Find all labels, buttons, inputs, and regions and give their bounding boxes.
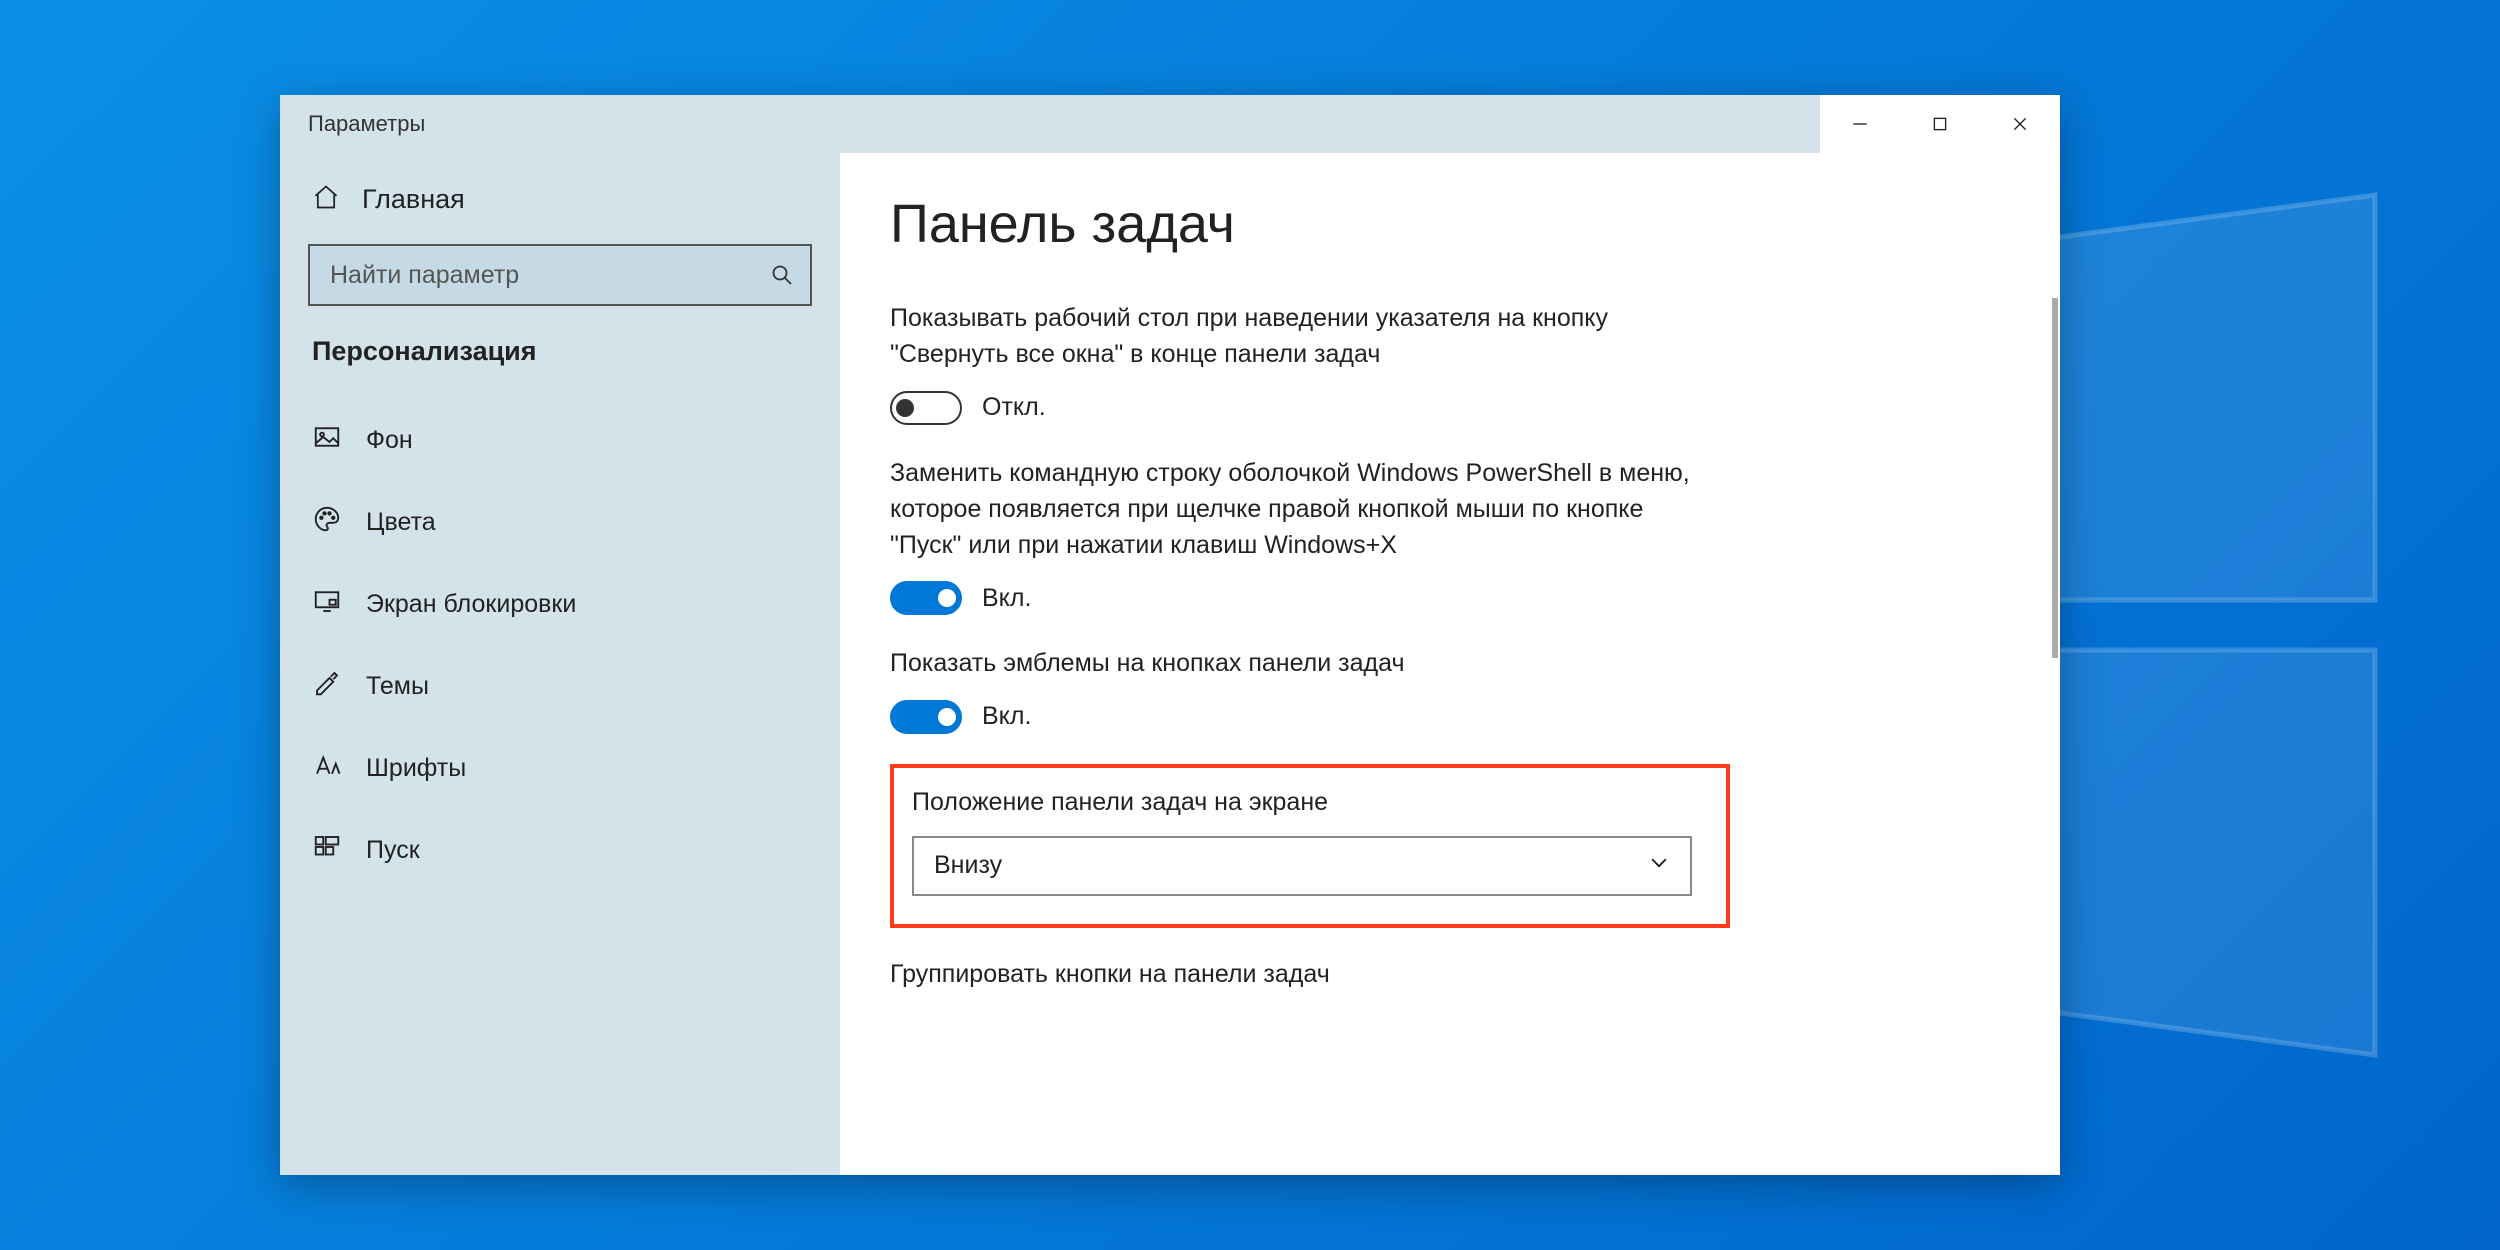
home-label: Главная: [362, 184, 465, 215]
lockscreen-icon: [312, 586, 342, 623]
close-button[interactable]: [1980, 95, 2060, 153]
sidebar-item-label: Шрифты: [366, 754, 466, 783]
titlebar: Параметры: [280, 95, 2060, 153]
content-area: Панель задач Показывать рабочий стол при…: [840, 153, 2060, 1175]
search-input[interactable]: [308, 244, 812, 306]
setting-desc: Показать эмблемы на кнопках панели задач: [890, 645, 1700, 681]
setting-grouping: Группировать кнопки на панели задач: [890, 956, 1700, 992]
sidebar-item-background[interactable]: Фон: [280, 399, 840, 481]
setting-desc: Заменить командную строку оболочкой Wind…: [890, 455, 1700, 564]
sidebar-item-label: Цвета: [366, 508, 436, 537]
sidebar-item-fonts[interactable]: Шрифты: [280, 727, 840, 809]
maximize-button[interactable]: [1900, 95, 1980, 153]
toggle-badges[interactable]: [890, 700, 962, 734]
chevron-down-icon: [1648, 851, 1670, 880]
window-title: Параметры: [280, 111, 425, 137]
toggle-state-label: Вкл.: [982, 584, 1031, 613]
sidebar-item-label: Пуск: [366, 836, 420, 865]
setting-desc: Группировать кнопки на панели задач: [890, 956, 1700, 992]
setting-peek-desktop: Показывать рабочий стол при наведении ук…: [890, 300, 1700, 425]
setting-powershell: Заменить командную строку оболочкой Wind…: [890, 455, 1700, 616]
sidebar-home[interactable]: Главная: [280, 183, 840, 244]
sidebar-item-colors[interactable]: Цвета: [280, 481, 840, 563]
nav-list: Фон Цвета Экран блокировки Темы Шрифты: [280, 399, 840, 891]
dropdown-value: Внизу: [934, 851, 1002, 880]
start-icon: [312, 832, 342, 869]
sidebar-item-lockscreen[interactable]: Экран блокировки: [280, 563, 840, 645]
home-icon: [312, 183, 340, 216]
sidebar-item-themes[interactable]: Темы: [280, 645, 840, 727]
palette-icon: [312, 504, 342, 541]
search-wrap: [308, 244, 812, 306]
minimize-button[interactable]: [1820, 95, 1900, 153]
fonts-icon: [312, 750, 342, 787]
sidebar-item-label: Экран блокировки: [366, 590, 576, 619]
toggle-state-label: Откл.: [982, 393, 1046, 422]
scrollbar-thumb[interactable]: [2052, 298, 2058, 658]
section-label: Персонализация: [280, 336, 840, 385]
setting-desc: Положение панели задач на экране: [912, 784, 1708, 820]
themes-icon: [312, 668, 342, 705]
sidebar: Главная Персонализация Фон Цвета: [280, 153, 840, 1175]
taskbar-position-dropdown[interactable]: Внизу: [912, 836, 1692, 896]
toggle-peek-desktop[interactable]: [890, 391, 962, 425]
settings-window: Параметры Главная: [280, 95, 2060, 1175]
toggle-powershell[interactable]: [890, 581, 962, 615]
setting-desc: Показывать рабочий стол при наведении ук…: [890, 300, 1700, 373]
sidebar-item-label: Темы: [366, 672, 429, 701]
search-icon: [770, 263, 794, 287]
taskbar-position-highlight: Положение панели задач на экране Внизу: [890, 764, 1730, 928]
window-controls: [1820, 95, 2060, 153]
page-title: Панель задач: [890, 193, 2030, 255]
sidebar-item-start[interactable]: Пуск: [280, 809, 840, 891]
setting-badges: Показать эмблемы на кнопках панели задач…: [890, 645, 1700, 733]
sidebar-item-label: Фон: [366, 426, 413, 455]
toggle-state-label: Вкл.: [982, 702, 1031, 731]
image-icon: [312, 422, 342, 459]
